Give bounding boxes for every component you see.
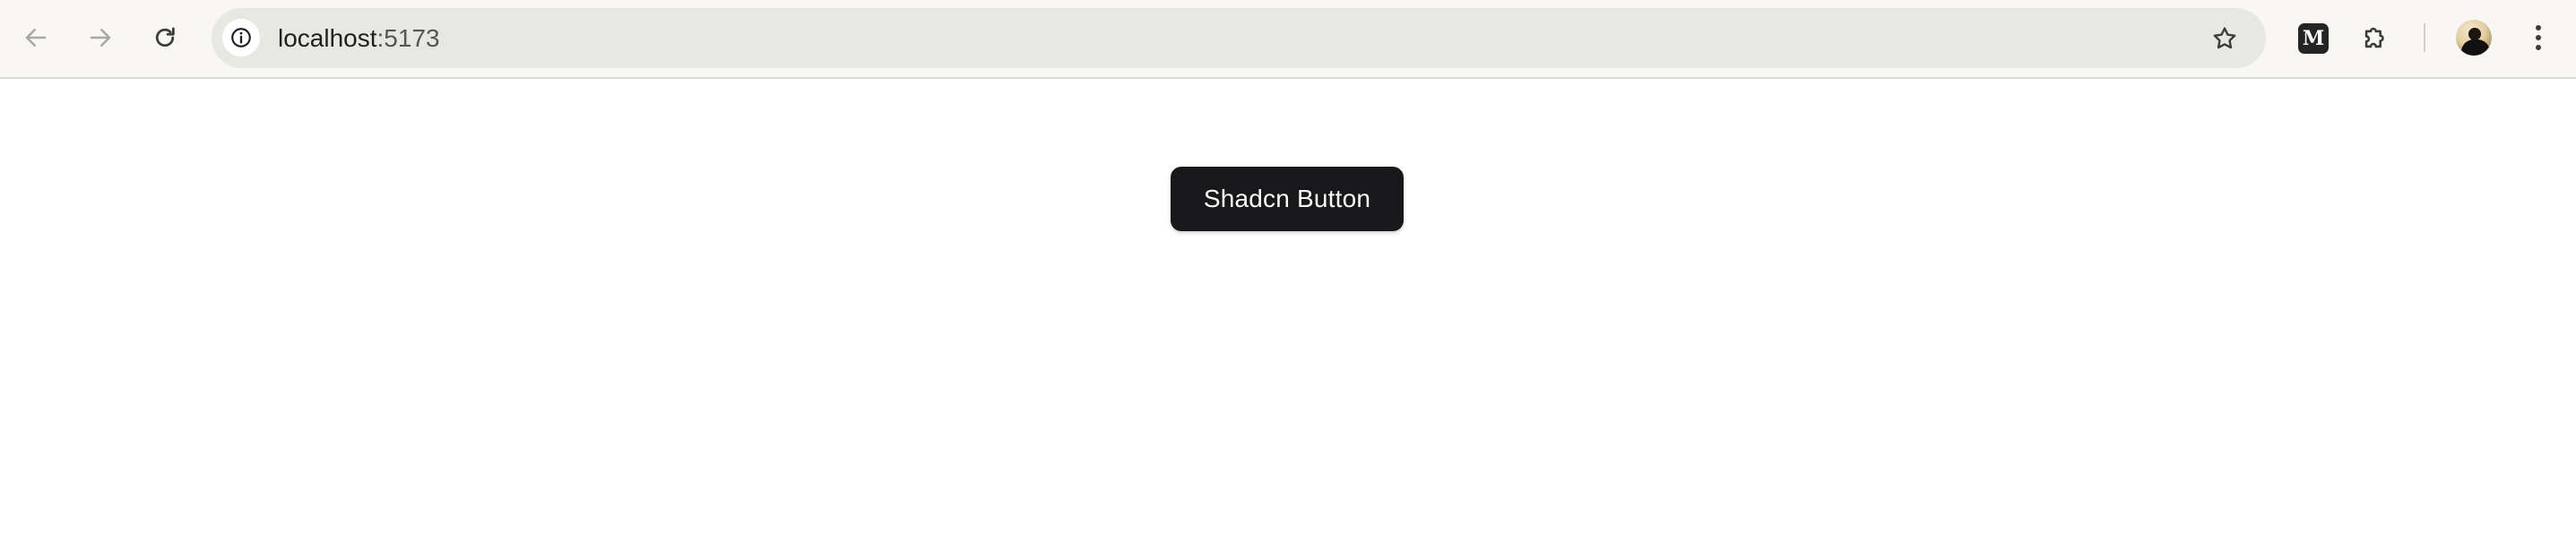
site-info-button[interactable] (222, 19, 260, 56)
arrow-left-icon (25, 29, 47, 47)
address-bar[interactable]: localhost:5173 (212, 8, 2266, 68)
url-port: :5173 (376, 24, 440, 52)
toolbar-divider (2424, 23, 2425, 52)
extensions-button[interactable] (2357, 20, 2393, 56)
puzzle-icon (2364, 27, 2384, 48)
reload-button[interactable] (145, 18, 185, 57)
browser-menu-button[interactable] (2520, 20, 2556, 56)
page-content: Shadcn Button (0, 79, 2576, 552)
back-button[interactable] (16, 18, 56, 57)
url-text[interactable]: localhost:5173 (278, 8, 440, 68)
kebab-menu-icon (2536, 25, 2541, 30)
bookmark-button[interactable] (2209, 22, 2241, 55)
arrow-right-icon (90, 29, 111, 47)
reload-icon (155, 27, 175, 47)
star-icon (2213, 27, 2236, 49)
medium-extension-icon[interactable]: M (2298, 23, 2329, 54)
info-icon (231, 28, 251, 47)
profile-avatar[interactable] (2456, 20, 2492, 56)
browser-toolbar: localhost:5173 M (0, 0, 2576, 79)
shadcn-button[interactable]: Shadcn Button (1171, 167, 1404, 231)
url-host: localhost (278, 24, 377, 52)
forward-button[interactable] (81, 18, 120, 57)
